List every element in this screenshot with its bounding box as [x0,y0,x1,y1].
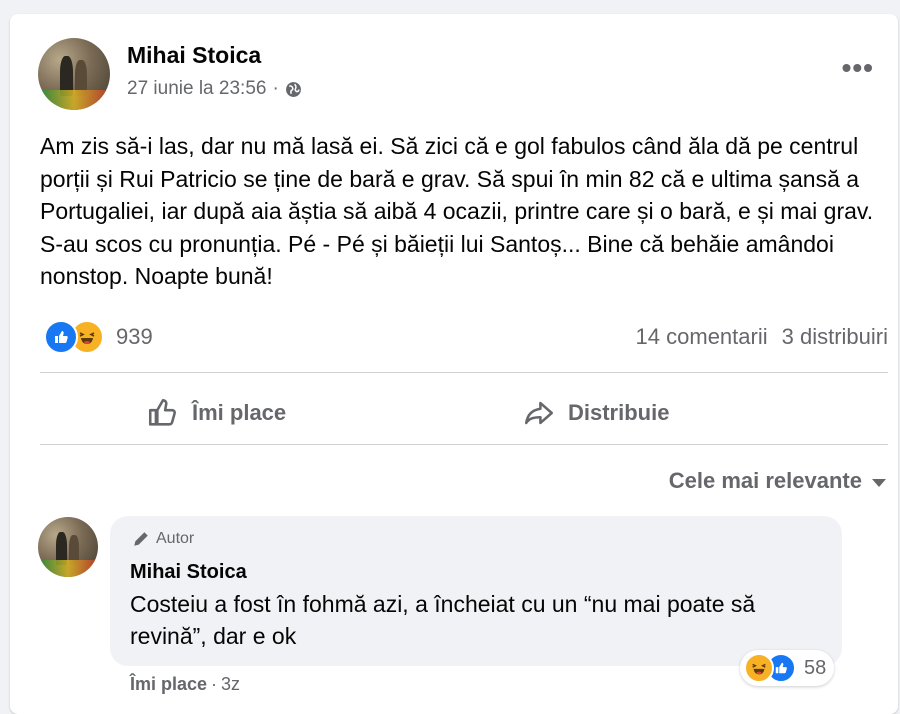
like-button[interactable]: Îmi place [146,396,286,430]
comment-actions: Îmi place · 3z [130,674,240,695]
comment-like-button[interactable]: Îmi place [130,674,207,695]
post-card: Mihai Stoica 27 iunie la 23:56 · ••• Am … [10,14,898,714]
comment-author-avatar[interactable] [38,517,98,577]
thumbs-up-icon [148,398,176,426]
meta-separator: · [272,78,279,99]
reactions-summary[interactable]: 939 [44,320,153,354]
comment-bubble: Autor Mihai Stoica Costeiu a fost în foh… [110,516,842,666]
comments-count-link[interactable]: 14 comentarii [636,324,768,350]
like-button-label: Îmi place [192,400,287,425]
comment-text: Costeiu a fost în fohmă azi, a încheiat … [130,591,756,649]
sort-label: Cele mai relevante [668,468,862,493]
pencil-icon [134,532,148,546]
comment-reactions-count: 58 [804,656,827,679]
comment-time[interactable]: 3z [221,674,240,695]
post-timestamp[interactable]: 27 iunie la 23:56 [127,78,266,100]
post-text: Am zis să-i las, dar nu mă lasă ei. Să z… [40,133,874,289]
shares-count-link[interactable]: 3 distribuiri [782,324,888,350]
more-options-button[interactable]: ••• [842,54,874,82]
author-avatar[interactable] [38,38,110,110]
comment-sort-dropdown[interactable]: Cele mai relevante [669,468,886,494]
share-arrow-icon [524,401,554,425]
post-meta: 27 iunie la 23:56 · [127,78,302,100]
reactions-count: 939 [116,324,153,349]
globe-icon[interactable] [285,81,302,98]
share-button-label: Distribuie [568,400,670,425]
caret-down-icon [872,479,886,487]
author-badge: Autor [132,530,194,548]
comment-actions-separator: · [211,674,218,694]
divider [40,444,888,445]
share-button[interactable]: Distribuie [522,396,669,430]
author-badge-label: Autor [156,530,195,547]
like-icon [44,320,78,354]
post-author-name[interactable]: Mihai Stoica [127,42,261,69]
comment-author-name[interactable]: Mihai Stoica [130,561,247,584]
comment-reactions[interactable]: 58 [740,650,835,686]
engagement-counts: 14 comentarii 3 distribuiri [636,324,888,350]
haha-icon [744,653,774,683]
divider [40,372,888,373]
